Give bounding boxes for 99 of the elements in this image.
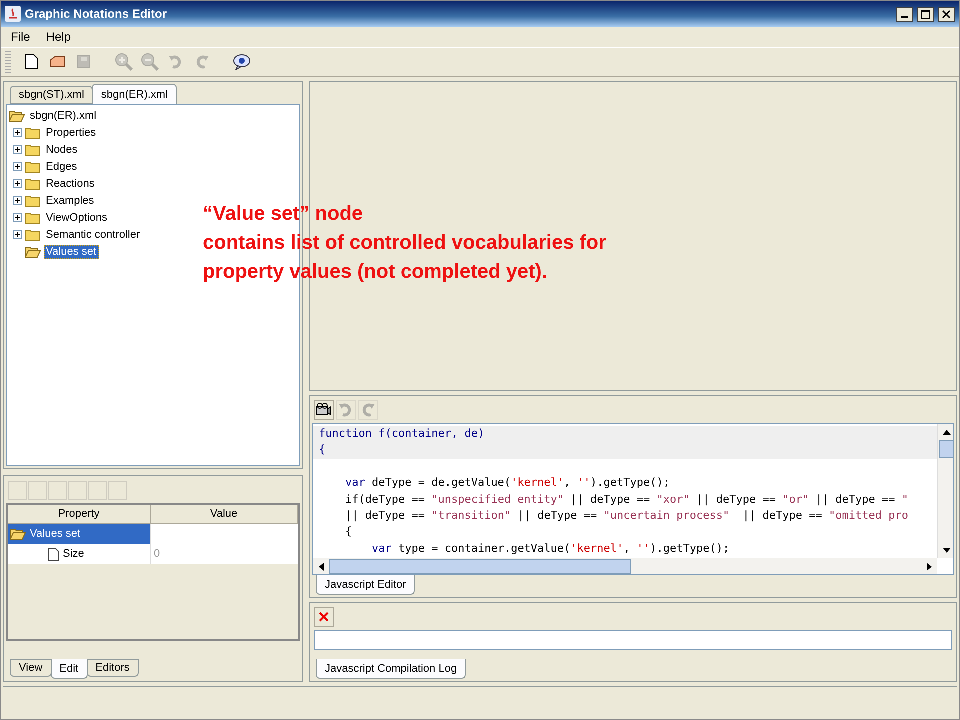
expand-icon[interactable] — [13, 128, 22, 137]
code-token: "or" — [782, 492, 810, 506]
column-header[interactable]: Value — [151, 505, 298, 524]
code-token: function f(container, de) — [319, 427, 485, 440]
annotation-text: “Value set” node contains list of controlled vocabularies for property values (not completed yet). — [203, 202, 606, 285]
folder-icon — [25, 228, 41, 240]
maximize-button[interactable] — [917, 6, 934, 22]
undo-icon — [339, 402, 353, 418]
folder-icon — [25, 178, 41, 190]
arrow-icon[interactable] — [316, 562, 326, 570]
code-token: 'kernel' — [511, 476, 564, 490]
tree-item[interactable]: Edges — [44, 160, 80, 174]
code-token: "unspecified entity" — [432, 492, 564, 506]
expand-icon[interactable] — [13, 230, 22, 239]
code-token: type = container.getValue( — [397, 542, 571, 555]
new-file-icon — [25, 54, 39, 70]
code-token: ).getType(); — [650, 542, 730, 555]
code-token: 'kernel' — [570, 542, 624, 555]
table-cell[interactable]: Values set — [8, 524, 151, 544]
arrow-icon[interactable] — [942, 428, 950, 436]
code-token: "omitted pro — [828, 508, 908, 522]
code-token: || deType == — [570, 492, 652, 506]
clear-button[interactable] — [314, 607, 334, 627]
tree-item[interactable]: Properties — [44, 126, 98, 140]
open-folder-icon — [25, 246, 41, 258]
tree-item[interactable]: Nodes — [44, 142, 80, 156]
code-token: { — [344, 525, 352, 538]
tree-item[interactable]: Examples — [44, 194, 96, 208]
minimize-button[interactable] — [896, 6, 913, 22]
expand-icon[interactable] — [13, 179, 22, 188]
camera-icon — [316, 403, 332, 417]
document-icon — [48, 548, 59, 560]
folder-icon — [50, 56, 66, 68]
file-tab[interactable]: sbgn(ST).xml — [10, 86, 94, 104]
redo-icon — [361, 402, 375, 418]
window-title: Graphic Notations Editor — [25, 7, 168, 21]
close-icon — [942, 10, 951, 18]
undo-icon — [169, 54, 183, 70]
tree-item[interactable]: ViewOptions — [44, 210, 110, 224]
column-header[interactable]: Property — [8, 505, 151, 524]
expand-icon[interactable] — [13, 213, 22, 222]
code-token: || deType == — [742, 508, 824, 522]
code-token: " — [902, 492, 908, 506]
code-token: '' — [636, 542, 650, 555]
app-icon — [5, 6, 21, 22]
code-token: var — [344, 476, 366, 490]
folder-icon — [25, 144, 41, 156]
open-folder-icon — [10, 528, 26, 540]
run-button[interactable] — [314, 400, 334, 420]
close-icon — [318, 611, 330, 623]
code-token: || deType == — [696, 492, 777, 506]
panel-tab[interactable]: Editors — [86, 659, 139, 677]
panel-tab[interactable]: View — [10, 659, 52, 677]
minimize-icon — [901, 16, 908, 18]
tree-item[interactable]: Semantic controller — [44, 228, 142, 242]
code-token: || deType == — [344, 508, 426, 522]
code-token: var — [370, 542, 392, 555]
expand-icon[interactable] — [13, 145, 22, 154]
panel-tab[interactable]: Edit — [50, 659, 88, 679]
expand-icon[interactable] — [13, 162, 22, 171]
tree-item[interactable]: Reactions — [44, 176, 97, 190]
info-balloon-icon — [233, 54, 251, 70]
code-token: , — [564, 476, 572, 490]
tree-item[interactable]: Values set — [44, 244, 99, 258]
folder-icon — [25, 126, 41, 138]
maximize-icon — [921, 10, 930, 18]
log-field[interactable] — [314, 630, 952, 650]
tree-item[interactable]: sbgn(ER).xml — [28, 108, 99, 122]
folder-icon — [25, 212, 41, 224]
menu-item[interactable]: File — [5, 28, 36, 46]
code-token: deType = de.getValue( — [370, 476, 512, 490]
scrollbar-thumb[interactable] — [329, 558, 631, 574]
panel-tab[interactable]: Javascript Compilation Log — [316, 659, 466, 679]
code-token: "transition" — [432, 508, 512, 522]
redo-icon — [195, 54, 209, 70]
code-token: || deType == — [814, 492, 896, 506]
property-name: Values set — [30, 528, 81, 540]
code-token: "uncertain process" — [604, 508, 730, 522]
zoom-out-icon — [141, 53, 159, 71]
zoom-in-icon — [115, 53, 133, 71]
code-token: , — [624, 542, 632, 555]
menu-item[interactable]: Help — [40, 28, 78, 46]
expand-icon[interactable] — [13, 196, 22, 205]
code-token: { — [319, 443, 326, 456]
save-icon — [77, 55, 91, 69]
panel-tab[interactable]: Javascript Editor — [316, 575, 416, 595]
code-token: if(deType == — [344, 492, 426, 506]
folder-icon — [25, 160, 41, 172]
code-token: '' — [577, 476, 591, 490]
scrollbar-thumb[interactable] — [939, 440, 954, 458]
close-button[interactable] — [938, 6, 955, 22]
open-folder-icon — [9, 110, 25, 122]
property-name: Size — [63, 548, 84, 560]
code-token: "xor" — [656, 492, 690, 506]
folder-icon — [25, 194, 41, 206]
table-cell-text: 0 — [153, 547, 162, 562]
code-token: || deType == — [516, 508, 598, 522]
code-token: ).getType(); — [590, 476, 670, 490]
file-tab[interactable]: sbgn(ER).xml — [92, 84, 178, 104]
